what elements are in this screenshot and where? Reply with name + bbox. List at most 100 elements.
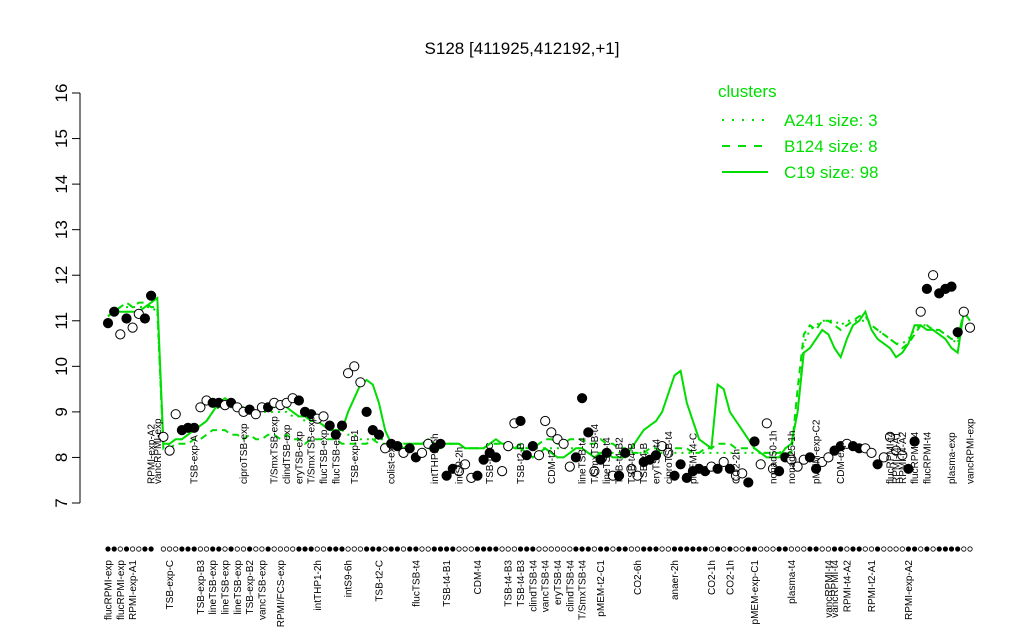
sample-label: anaer-2h [670, 560, 681, 600]
data-point [558, 438, 569, 449]
rug-marker [573, 546, 579, 552]
rug-marker [702, 546, 708, 552]
bottom-sample-labels: flucRPMI-exp flucRPMI-exp RPMI-exp-A1 TSB-e… [104, 560, 915, 628]
rug-marker [794, 546, 801, 552]
data-point [958, 306, 969, 317]
rug-marker [918, 546, 924, 552]
sample-label: RPMI-exp-A2 [904, 560, 915, 620]
rug-marker [641, 546, 647, 552]
data-point [761, 418, 772, 429]
rug-marker [653, 546, 659, 552]
rug-marker [844, 546, 850, 552]
rug-marker [480, 546, 487, 552]
sample-label: CDM-exp [836, 441, 847, 484]
y-tick-label: 11 [52, 312, 71, 330]
rug-marker [671, 546, 678, 552]
sample-label: ciproTSB-t4 [664, 431, 675, 484]
series-lines [107, 296, 971, 459]
rug-marker [487, 546, 493, 552]
rug-marker [345, 546, 351, 552]
data-point [336, 420, 348, 431]
sample-label: flucRPMI-t4 [910, 431, 921, 484]
rug-marker [881, 546, 887, 552]
rug-marker [616, 546, 622, 552]
rug-marker [468, 546, 474, 552]
data-point [497, 466, 508, 477]
rug-marker [739, 546, 745, 552]
data-point [928, 270, 939, 281]
rug-marker [696, 546, 702, 552]
rug-marker [302, 546, 308, 552]
sample-label: eryTSB-t4 [553, 560, 564, 605]
rug-marker [610, 546, 616, 552]
sample-label: vancTSB-exp [257, 560, 268, 620]
rug-marker [782, 546, 788, 552]
rug-marker [634, 546, 641, 552]
sample-label: TSB-t4-B3 [504, 560, 515, 607]
rug-marker [493, 546, 499, 552]
rug-marker [942, 546, 949, 552]
rug-marker [277, 546, 283, 552]
rug-marker [899, 546, 905, 552]
sample-label: flucTSB-t4 [411, 560, 422, 607]
y-tick-label: 15 [52, 129, 71, 148]
sample-label: TSB-t4-B2 [615, 437, 626, 484]
rug-marker [788, 546, 795, 552]
rug-marker [807, 546, 813, 552]
sample-label: lineTSB-t4 [578, 437, 589, 484]
sample-label: vancTSB-t4 [541, 560, 552, 613]
rug-marker [838, 546, 844, 552]
rug-marker [758, 546, 764, 552]
y-tick-label: 9 [52, 407, 71, 416]
rug-marker [554, 546, 561, 552]
sample-label: flucRPMI-t4 [922, 431, 933, 484]
rug-marker [893, 546, 899, 552]
rug-marker [542, 546, 548, 552]
sample-label: nonad50-1h [769, 431, 780, 484]
data-point [349, 361, 360, 372]
rug-marker [191, 546, 197, 552]
y-tick-label: 16 [52, 84, 71, 103]
data-point [293, 395, 304, 406]
rug-markers [105, 546, 973, 552]
data-point [127, 322, 138, 333]
sample-label: TSB-exp-C [165, 560, 176, 609]
rug-marker [148, 546, 154, 552]
rug-marker [622, 546, 628, 552]
rug-marker [936, 546, 942, 552]
sample-label: TSB-t2-C [374, 560, 385, 602]
data-point [164, 445, 175, 456]
sample-label: intS9-6h [344, 560, 355, 597]
rug-marker [210, 546, 216, 552]
sample-label: TSB-t2-B [516, 443, 527, 484]
rug-marker [333, 546, 339, 552]
rug-marker [290, 546, 296, 552]
sample-label: vancRPMI-t4 [830, 560, 841, 618]
data-point [318, 411, 329, 422]
series-line-solid [107, 296, 971, 459]
sample-label: colist-exp [387, 441, 398, 484]
sample-label: TSB-exp-B1 [350, 429, 361, 484]
rug-marker [203, 546, 210, 552]
sample-label: intTHP1-2h [313, 560, 324, 611]
legend-label: C19 size: 98 [784, 163, 879, 182]
sample-label: intTHP1-6h [430, 433, 441, 484]
rug-marker [868, 546, 875, 552]
sample-label: flucTSB-exp [331, 429, 342, 484]
data-point [146, 290, 157, 301]
rug-marker [745, 546, 751, 552]
rug-marker [136, 546, 142, 552]
data-point [964, 322, 976, 333]
sample-label: clindTSB-t4 [565, 560, 576, 612]
rug-marker [714, 546, 721, 552]
rug-marker [659, 546, 665, 552]
rug-marker [388, 546, 394, 552]
rug-marker [727, 546, 733, 552]
y-tick-label: 12 [52, 266, 71, 285]
rug-marker [801, 546, 807, 552]
rug-marker [665, 546, 671, 552]
rug-marker [813, 546, 819, 552]
rug-marker [431, 546, 437, 552]
sample-label: CDM-t2 [547, 449, 558, 484]
rug-marker [517, 546, 524, 552]
